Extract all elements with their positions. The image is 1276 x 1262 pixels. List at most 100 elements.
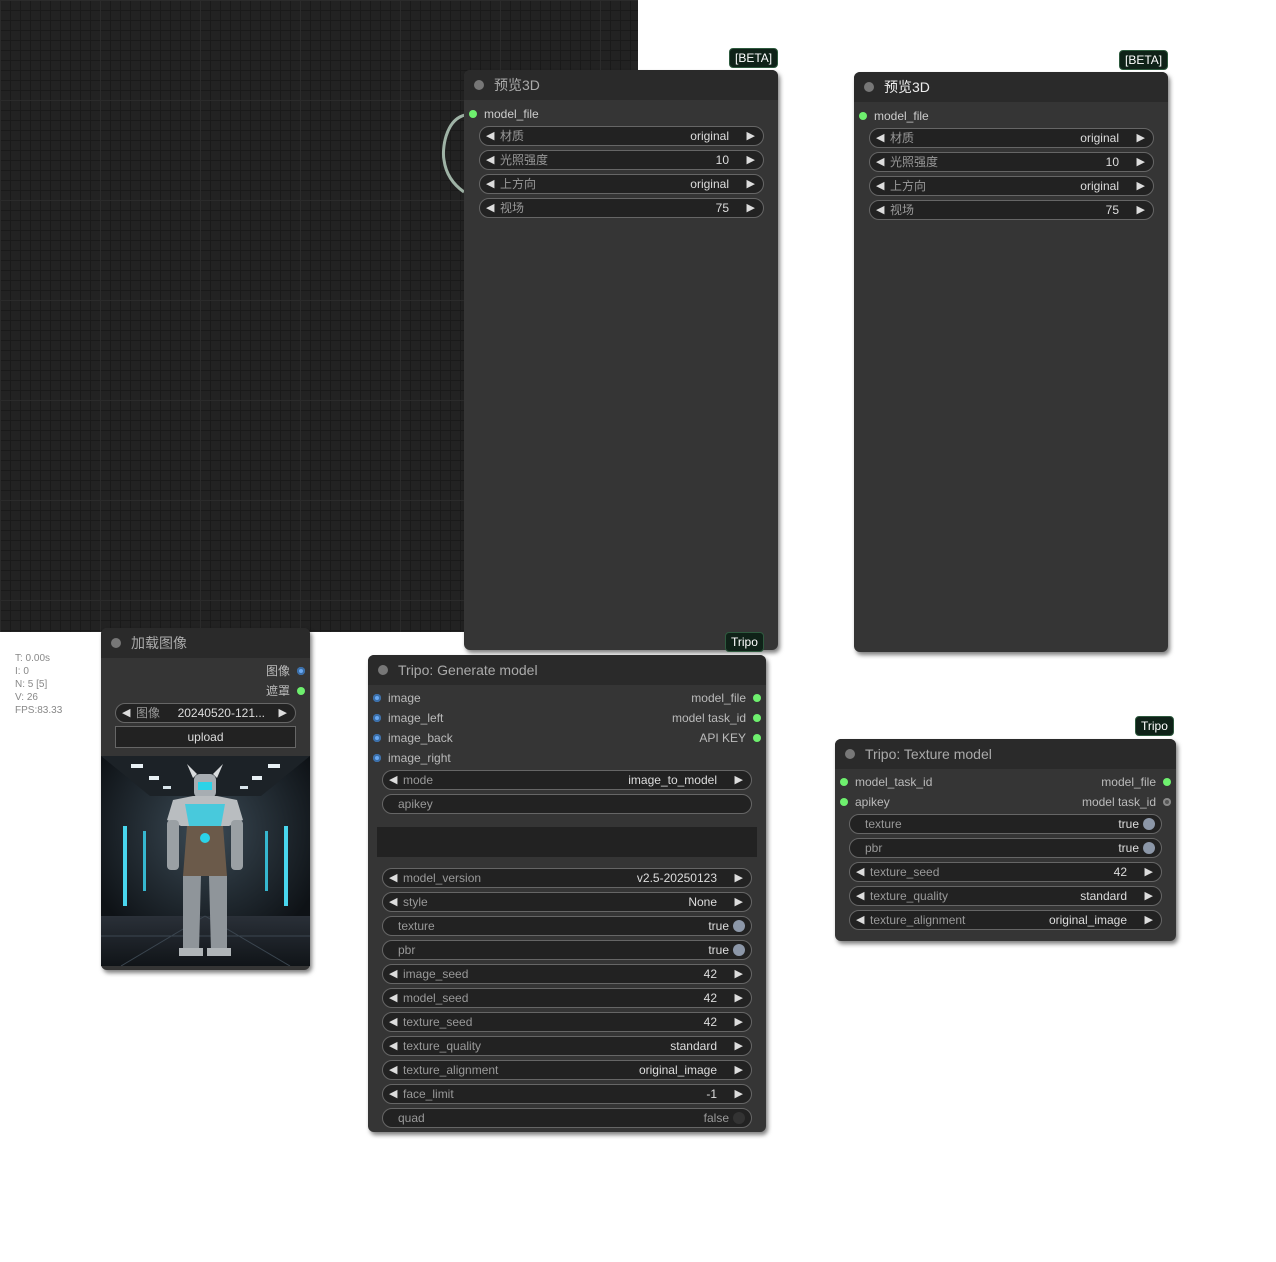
input-socket-icon[interactable] (840, 778, 848, 786)
widget-fov[interactable]: ◀ 视场 75 ▶ (869, 200, 1154, 220)
input-socket-icon[interactable] (859, 112, 867, 120)
output-model-file[interactable]: model_file (1101, 772, 1176, 792)
decrement-arrow-icon[interactable]: ◀ (856, 863, 864, 881)
widget-up-direction[interactable]: ◀ 上方向 original ▶ (869, 176, 1154, 196)
increment-arrow-icon[interactable]: ▶ (735, 989, 743, 1007)
decrement-arrow-icon[interactable]: ◀ (876, 177, 884, 195)
toggle-knob-icon[interactable] (1143, 842, 1155, 854)
widget-up-direction[interactable]: ◀ 上方向 original ▶ (479, 174, 764, 194)
input-image-right[interactable]: image_right (368, 748, 451, 768)
output-socket-icon[interactable] (1163, 778, 1171, 786)
input-socket-icon[interactable] (373, 754, 381, 762)
collapse-dot-icon[interactable] (845, 749, 855, 759)
widget-model-seed[interactable]: ◀ model_seed 42 ▶ (382, 988, 752, 1008)
increment-arrow-icon[interactable]: ▶ (1137, 201, 1145, 219)
output-socket-icon[interactable] (753, 694, 761, 702)
output-model-task-id[interactable]: model task_id (1082, 792, 1176, 812)
increment-arrow-icon[interactable]: ▶ (735, 869, 743, 887)
increment-arrow-icon[interactable]: ▶ (1145, 863, 1153, 881)
decrement-arrow-icon[interactable]: ◀ (876, 129, 884, 147)
increment-arrow-icon[interactable]: ▶ (279, 704, 287, 722)
increment-arrow-icon[interactable]: ▶ (735, 893, 743, 911)
increment-arrow-icon[interactable]: ▶ (735, 1013, 743, 1031)
widget-style[interactable]: ◀ style None ▶ (382, 892, 752, 912)
increment-arrow-icon[interactable]: ▶ (1145, 911, 1153, 929)
node-title-bar[interactable]: Tripo: Generate model (368, 655, 766, 685)
input-socket-icon[interactable] (469, 110, 477, 118)
widget-texture-seed[interactable]: ◀ texture_seed 42 ▶ (849, 862, 1162, 882)
output-model-task-id[interactable]: model task_id (672, 708, 766, 728)
output-image[interactable]: 图像 (266, 661, 310, 681)
toggle-knob-icon[interactable] (733, 920, 745, 932)
toggle-texture[interactable]: texture true (849, 814, 1162, 834)
input-model-task-id[interactable]: model_task_id (835, 772, 932, 792)
decrement-arrow-icon[interactable]: ◀ (389, 869, 397, 887)
decrement-arrow-icon[interactable]: ◀ (389, 965, 397, 983)
decrement-arrow-icon[interactable]: ◀ (389, 1061, 397, 1079)
widget-light-intensity[interactable]: ◀ 光照强度 10 ▶ (869, 152, 1154, 172)
widget-model-version[interactable]: ◀ model_version v2.5-20250123 ▶ (382, 868, 752, 888)
input-model-file[interactable]: model_file (854, 106, 929, 126)
decrement-arrow-icon[interactable]: ◀ (389, 893, 397, 911)
output-mask[interactable]: 遮罩 (266, 681, 310, 701)
increment-arrow-icon[interactable]: ▶ (1137, 129, 1145, 147)
increment-arrow-icon[interactable]: ▶ (1137, 177, 1145, 195)
decrement-arrow-icon[interactable]: ◀ (486, 199, 494, 217)
widget-fov[interactable]: ◀ 视场 75 ▶ (479, 198, 764, 218)
decrement-arrow-icon[interactable]: ◀ (389, 1085, 397, 1103)
increment-arrow-icon[interactable]: ▶ (735, 771, 743, 789)
collapse-dot-icon[interactable] (378, 665, 388, 675)
input-socket-icon[interactable] (373, 694, 381, 702)
collapse-dot-icon[interactable] (111, 638, 121, 648)
output-socket-icon[interactable] (297, 687, 305, 695)
toggle-quad[interactable]: quad false (382, 1108, 752, 1128)
decrement-arrow-icon[interactable]: ◀ (486, 127, 494, 145)
input-image-left[interactable]: image_left (368, 708, 443, 728)
widget-texture-quality[interactable]: ◀ texture_quality standard ▶ (849, 886, 1162, 906)
decrement-arrow-icon[interactable]: ◀ (486, 151, 494, 169)
decrement-arrow-icon[interactable]: ◀ (389, 989, 397, 1007)
input-model-file[interactable]: model_file (464, 104, 539, 124)
decrement-arrow-icon[interactable]: ◀ (486, 175, 494, 193)
widget-apikey[interactable]: apikey (382, 794, 752, 814)
toggle-texture[interactable]: texture true (382, 916, 752, 936)
collapse-dot-icon[interactable] (474, 80, 484, 90)
toggle-pbr[interactable]: pbr true (382, 940, 752, 960)
tripo-generate-model-node[interactable]: Tripo: Generate model image image_left i… (368, 655, 766, 1132)
upload-button[interactable]: upload (115, 726, 296, 748)
increment-arrow-icon[interactable]: ▶ (747, 175, 755, 193)
increment-arrow-icon[interactable]: ▶ (747, 151, 755, 169)
node-title-bar[interactable]: 加载图像 (101, 628, 310, 658)
tripo-texture-model-node[interactable]: Tripo: Texture model model_task_id apike… (835, 739, 1176, 941)
input-image-back[interactable]: image_back (368, 728, 453, 748)
increment-arrow-icon[interactable]: ▶ (735, 1061, 743, 1079)
widget-mode[interactable]: ◀ mode image_to_model ▶ (382, 770, 752, 790)
toggle-knob-icon[interactable] (733, 944, 745, 956)
preview3d-node[interactable]: 预览3D model_file ◀ 材质 original ▶ ◀ 光照强度 1… (464, 70, 778, 650)
increment-arrow-icon[interactable]: ▶ (1137, 153, 1145, 171)
widget-face-limit[interactable]: ◀ face_limit -1 ▶ (382, 1084, 752, 1104)
increment-arrow-icon[interactable]: ▶ (735, 1037, 743, 1055)
widget-texture-seed[interactable]: ◀ texture_seed 42 ▶ (382, 1012, 752, 1032)
input-socket-icon[interactable] (373, 714, 381, 722)
output-socket-icon[interactable] (753, 714, 761, 722)
node-title-bar[interactable]: 预览3D (854, 72, 1168, 102)
decrement-arrow-icon[interactable]: ◀ (389, 771, 397, 789)
output-model-file[interactable]: model_file (691, 688, 766, 708)
output-api-key[interactable]: API KEY (699, 728, 766, 748)
decrement-arrow-icon[interactable]: ◀ (389, 1013, 397, 1031)
toggle-knob-icon[interactable] (1143, 818, 1155, 830)
collapse-dot-icon[interactable] (864, 82, 874, 92)
widget-texture-alignment[interactable]: ◀ texture_alignment original_image ▶ (382, 1060, 752, 1080)
toggle-knob-icon[interactable] (733, 1112, 745, 1124)
increment-arrow-icon[interactable]: ▶ (747, 127, 755, 145)
increment-arrow-icon[interactable]: ▶ (747, 199, 755, 217)
node-title-bar[interactable]: 预览3D (464, 70, 778, 100)
output-socket-icon[interactable] (297, 667, 305, 675)
decrement-arrow-icon[interactable]: ◀ (122, 704, 130, 722)
widget-material[interactable]: ◀ 材质 original ▶ (869, 128, 1154, 148)
widget-light-intensity[interactable]: ◀ 光照强度 10 ▶ (479, 150, 764, 170)
output-socket-icon[interactable] (1163, 798, 1171, 806)
widget-image-seed[interactable]: ◀ image_seed 42 ▶ (382, 964, 752, 984)
output-socket-icon[interactable] (753, 734, 761, 742)
